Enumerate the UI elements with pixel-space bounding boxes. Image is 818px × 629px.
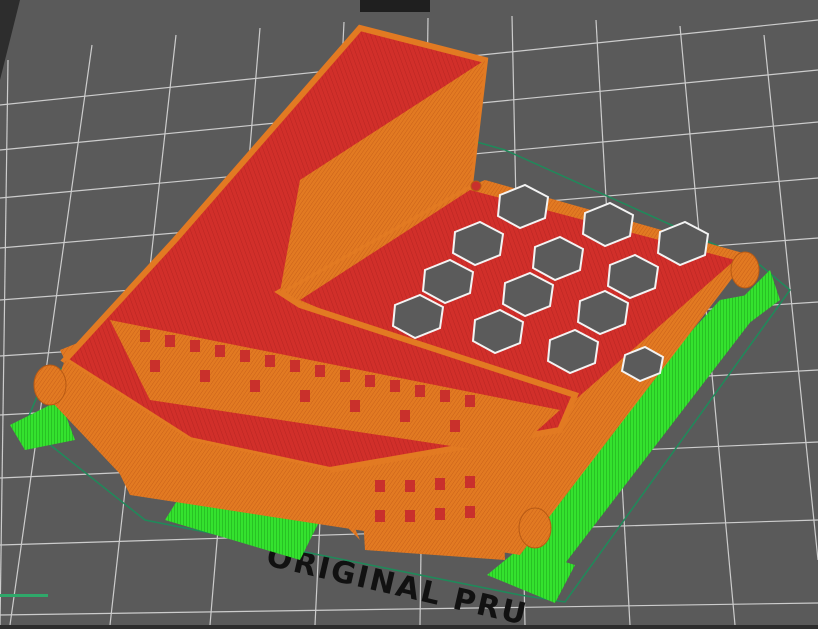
3d-preview-viewport[interactable]: ORIGINAL PRU — [0, 0, 818, 629]
status-indicator — [0, 594, 48, 597]
